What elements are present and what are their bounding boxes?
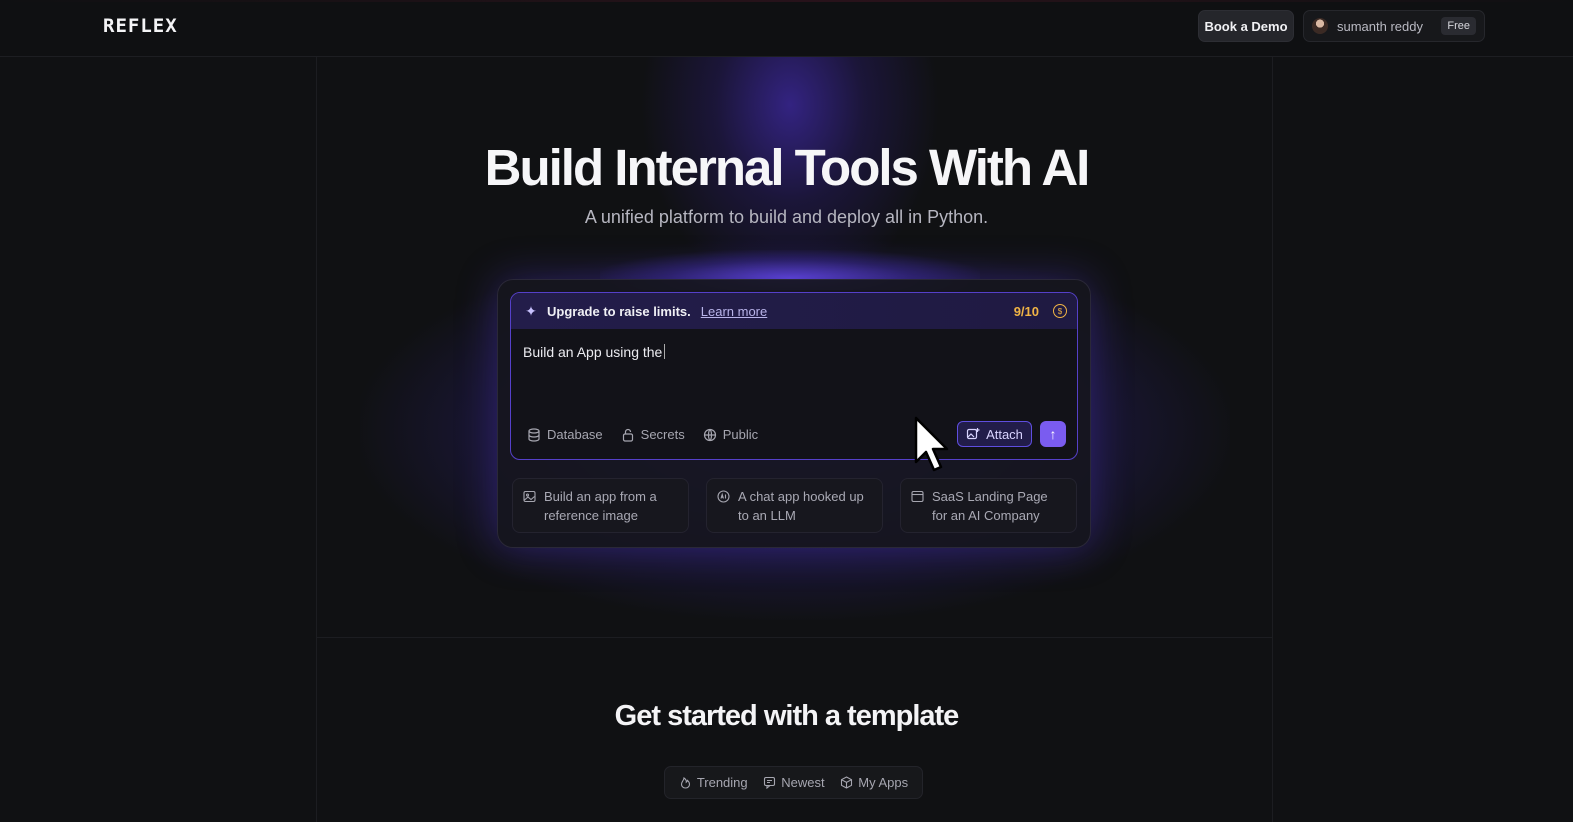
tab-trending-label: Trending (696, 775, 748, 790)
user-name: sumanth reddy (1337, 18, 1423, 34)
book-demo-button[interactable]: Book a Demo (1198, 10, 1294, 42)
suggestion-card[interactable]: A chat app hooked up to an LLM (706, 478, 883, 533)
plan-badge: Free (1441, 17, 1476, 35)
learn-more-link[interactable]: Learn more (701, 304, 767, 319)
tab-trending[interactable]: Trending (679, 775, 748, 790)
credits-icon: $ (1053, 304, 1067, 318)
ai-chip-icon (717, 490, 730, 503)
globe-icon (703, 428, 716, 441)
tab-newest[interactable]: Newest (763, 775, 825, 790)
browser-window-icon (911, 490, 924, 503)
prompt-box: ✦ Upgrade to raise limits. Learn more 9/… (510, 292, 1078, 460)
upgrade-text: Upgrade to raise limits. (547, 303, 691, 319)
database-icon (528, 427, 540, 442)
mouse-pointer-icon (914, 416, 949, 472)
templates-title: Get started with a template (614, 700, 960, 732)
tab-my-apps[interactable]: My Apps (840, 775, 908, 790)
public-option[interactable]: Public (703, 427, 758, 442)
hero-subtitle: A unified platform to build and deploy a… (584, 207, 989, 227)
usage-count: 9/10 (1013, 303, 1039, 319)
secrets-option[interactable]: Secrets (621, 427, 685, 442)
secrets-option-label: Secrets (640, 427, 685, 442)
avatar (1312, 18, 1328, 34)
reflex-logo[interactable]: REFLEX (103, 15, 178, 37)
public-option-label: Public (722, 427, 759, 442)
hero-title: Build Internal Tools With AI (484, 139, 1091, 196)
text-caret (664, 344, 666, 359)
suggestion-text: SaaS Landing Page for an AI Company (932, 489, 1048, 523)
arrow-up-icon: ↑ (1049, 426, 1057, 442)
suggestion-text: A chat app hooked up to an LLM (738, 489, 864, 523)
user-menu[interactable]: sumanth reddy Free (1303, 10, 1485, 42)
message-square-icon (764, 776, 776, 789)
suggestion-text: Build an app from a reference image (544, 489, 657, 523)
cube-icon (841, 776, 853, 789)
flame-icon (680, 777, 690, 789)
upgrade-banner: ✦ Upgrade to raise limits. Learn more 9/… (511, 293, 1077, 329)
attach-image-icon (966, 428, 980, 440)
top-accent-line (0, 0, 1573, 2)
prompt-input[interactable]: Build an App using the (523, 344, 666, 360)
send-button[interactable]: ↑ (1040, 421, 1066, 447)
lock-icon (622, 428, 633, 442)
suggestion-card[interactable]: Build an app from a reference image (512, 478, 689, 533)
top-nav: REFLEX Book a Demo sumanth reddy Free (0, 0, 1573, 57)
section-divider (316, 637, 1272, 638)
suggestion-card[interactable]: SaaS Landing Page for an AI Company (900, 478, 1077, 533)
template-filter-tabs: Trending Newest My Apps (664, 766, 923, 799)
sparkle-icon: ✦ (525, 302, 537, 319)
database-option-label: Database (547, 427, 603, 442)
attach-button[interactable]: Attach (957, 421, 1032, 447)
prompt-input-value: Build an App using the (523, 344, 663, 360)
attach-label: Attach (986, 426, 1023, 442)
tab-newest-label: Newest (781, 775, 825, 790)
page: REFLEX Book a Demo sumanth reddy Free Bu… (0, 0, 1573, 822)
database-option[interactable]: Database (527, 427, 603, 442)
image-icon (523, 490, 536, 503)
prompt-options: Database Secrets Public (527, 427, 758, 442)
tab-my-apps-label: My Apps (858, 775, 909, 790)
